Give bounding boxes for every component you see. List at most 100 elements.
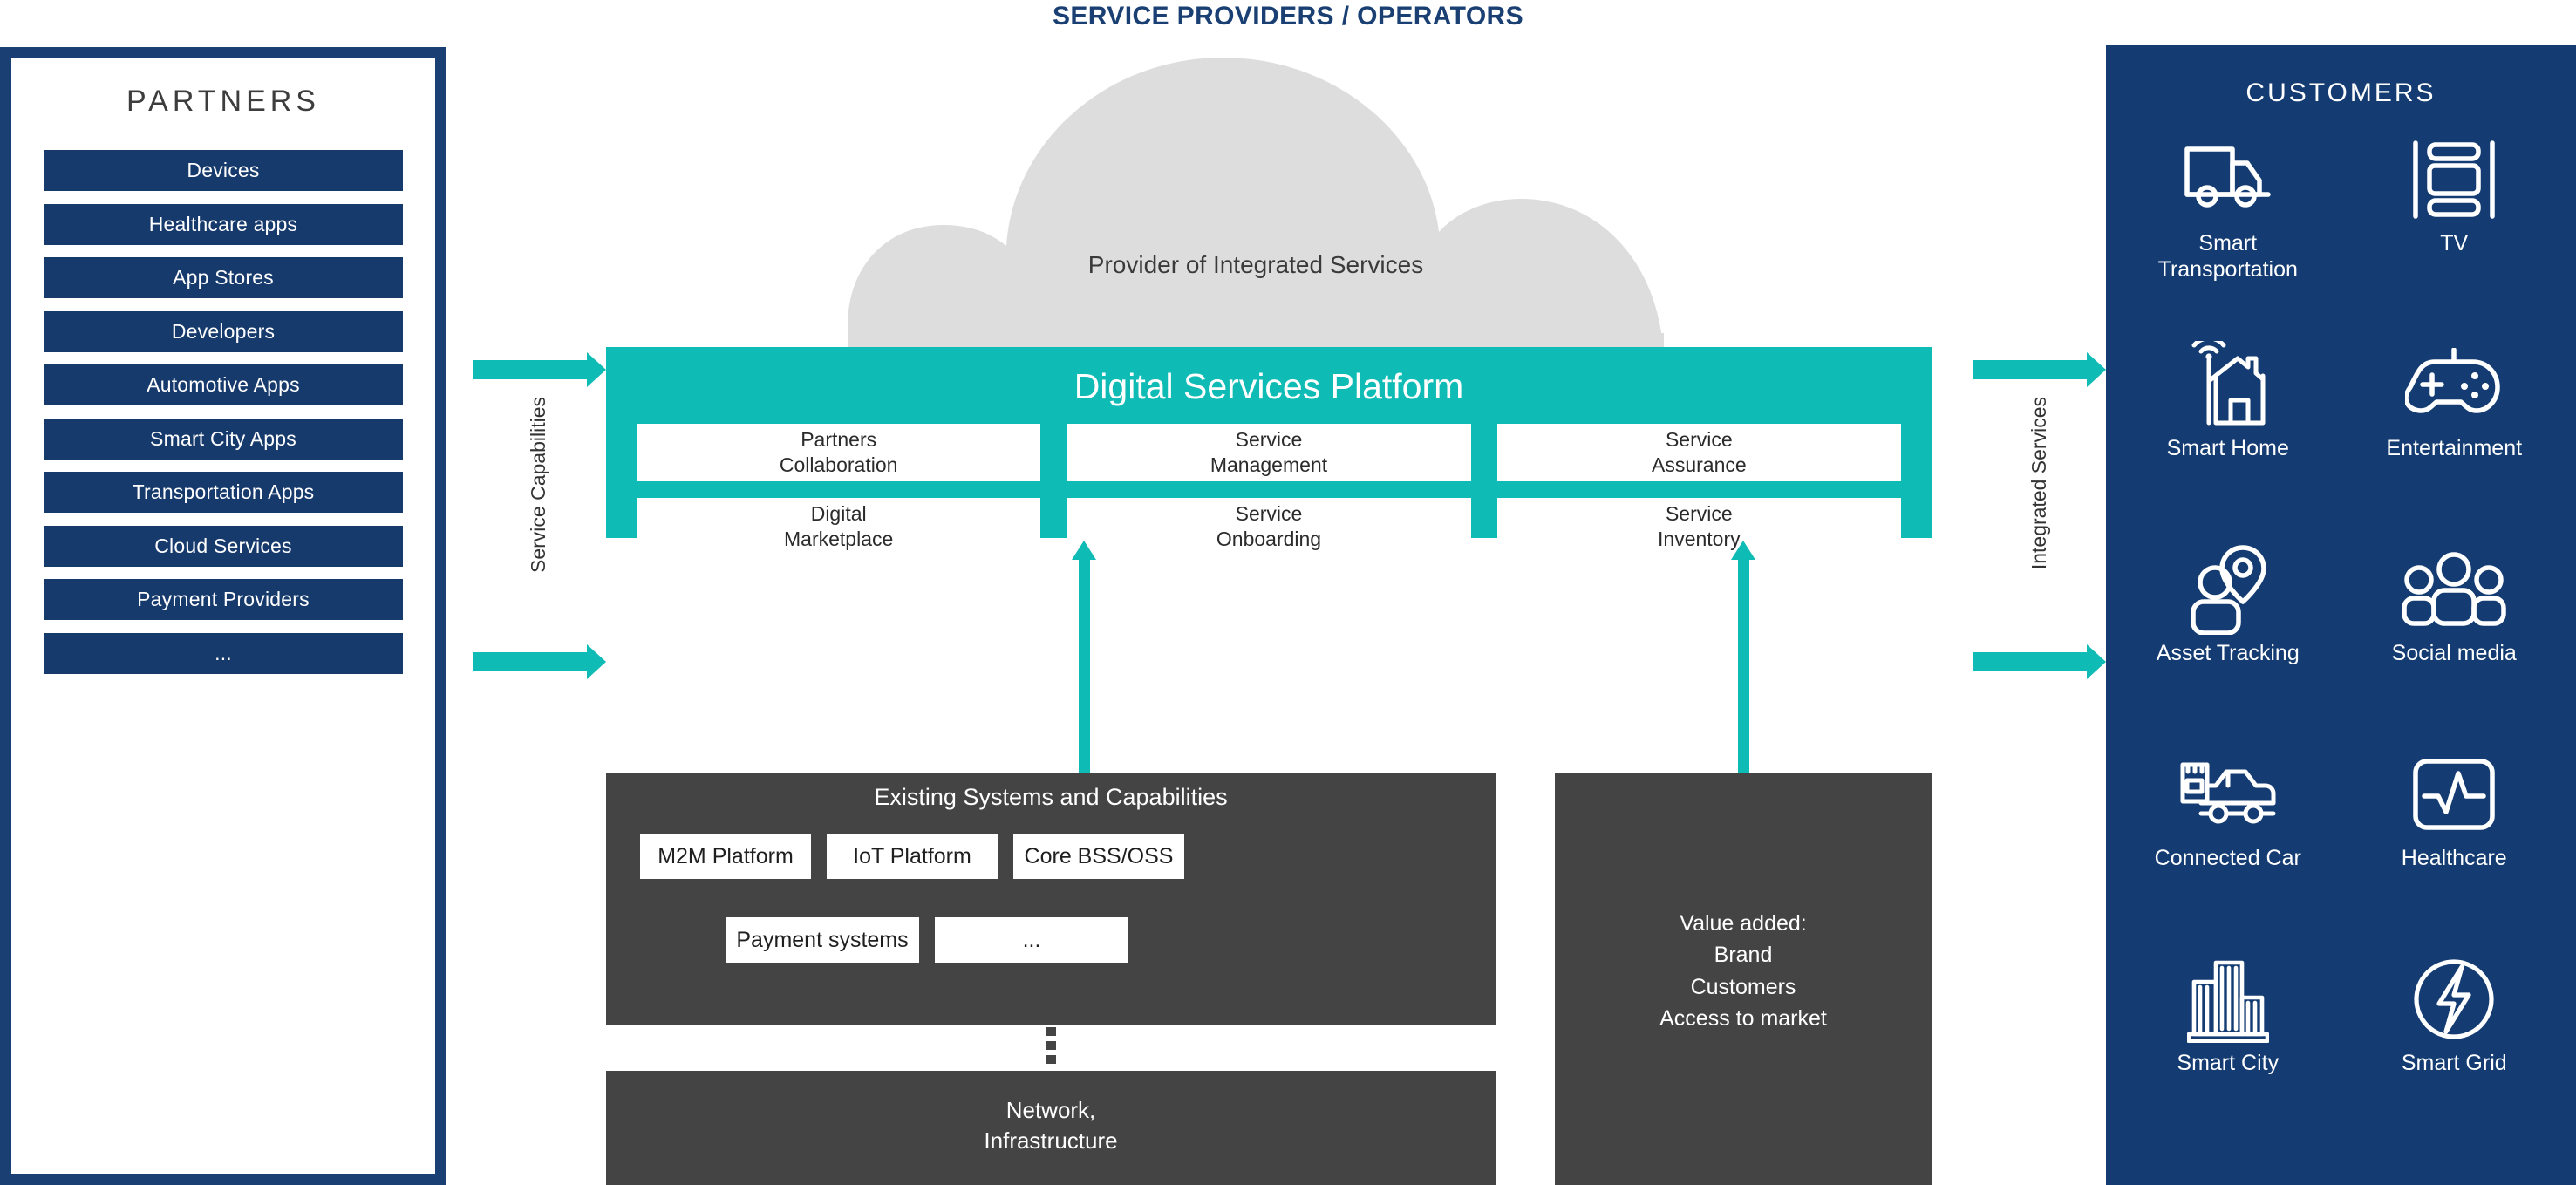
existing-system-chip[interactable]: ... <box>935 917 1128 963</box>
platform-capability-cell[interactable]: Service Inventory <box>1496 498 1901 555</box>
partner-item[interactable]: Devices <box>44 150 403 191</box>
partner-item[interactable]: Smart City Apps <box>44 418 403 460</box>
customer-segment-label: TV <box>2440 230 2468 256</box>
customer-segment-label: Entertainment <box>2386 435 2522 461</box>
customer-segment[interactable]: Smart Home <box>2115 337 2341 542</box>
customer-segment[interactable]: Smart City <box>2115 952 2341 1157</box>
partner-item[interactable]: Cloud Services <box>44 525 403 567</box>
platform-cell-line-1: Partners <box>801 427 877 451</box>
existing-system-label: Core BSS/OSS <box>1024 843 1174 868</box>
partner-item[interactable]: Transportation Apps <box>44 472 403 513</box>
gamepad-icon <box>2405 337 2503 432</box>
customer-label-line-1: Social media <box>2391 641 2517 665</box>
customer-label-line-1: TV <box>2440 231 2469 255</box>
network-infrastructure-text: Network, Infrastructure <box>606 1095 1496 1156</box>
partner-item[interactable]: ... <box>44 632 403 674</box>
partner-item-label: Healthcare apps <box>148 212 298 235</box>
existing-system-chip[interactable]: M2M Platform <box>640 834 811 879</box>
customer-segment[interactable]: Healthcare <box>2341 747 2568 952</box>
map-pin-person-icon <box>2185 542 2271 637</box>
platform-capability-cell[interactable]: Service Onboarding <box>1067 498 1471 555</box>
platform-capability-cell[interactable]: Partners Collaboration <box>637 424 1041 481</box>
value-line-2: Brand <box>1714 943 1773 968</box>
partner-item[interactable]: Automotive Apps <box>44 364 403 405</box>
existing-system-chip[interactable]: Core BSS/OSS <box>1013 834 1184 879</box>
customer-label-line-1: Smart <box>2198 231 2258 255</box>
partner-item-label: Smart City Apps <box>150 426 296 450</box>
partner-item-label: Payment Providers <box>137 588 310 610</box>
partner-item-label: App Stores <box>173 266 274 289</box>
customer-segment[interactable]: Smart Transportation <box>2115 133 2341 337</box>
existing-system-label: Payment systems <box>736 927 909 952</box>
platform-capability-grid: Partners Collaboration Service Management Se… <box>637 424 1901 555</box>
heartbeat-icon <box>2412 747 2496 841</box>
existing-systems-title: Existing Systems and Capabilities <box>874 784 1228 810</box>
existing-systems-box: Existing Systems and Capabilities M2M Pl… <box>606 773 1496 1025</box>
provider-cloud: Provider of Integrated Services <box>689 45 1823 366</box>
partner-item-label: Automotive Apps <box>147 373 300 396</box>
platform-capability-cell[interactable]: Digital Marketplace <box>637 498 1041 555</box>
platform-cell-line-1: Service <box>1665 501 1733 525</box>
network-infrastructure-box: Network, Infrastructure <box>606 1071 1496 1185</box>
service-capabilities-arrow-top <box>473 352 606 387</box>
platform-capability-cell[interactable]: Service Management <box>1067 424 1471 481</box>
integrated-services-arrow-top <box>1973 352 2106 387</box>
customer-segment-label: Smart Transportation <box>2158 230 2298 283</box>
value-added-box: Value added: Brand Customers Access to m… <box>1555 773 1932 1185</box>
value-line-3: Customers <box>1690 974 1796 999</box>
platform-title: Digital Services Platform <box>1073 366 1464 406</box>
customers-grid: Smart Transportation TV Smart Home Entert… <box>2115 133 2567 1157</box>
digital-services-platform: Digital Services Platform Partners Collab… <box>606 347 1932 555</box>
customer-segment[interactable]: Social media <box>2341 542 2568 747</box>
partner-item-label: Devices <box>187 159 260 181</box>
cloud-label: Provider of Integrated Services <box>1087 251 1424 278</box>
platform-capability-cell[interactable]: Service Assurance <box>1496 424 1901 481</box>
customer-segment-label: Smart Home <box>2167 435 2289 461</box>
customer-label-line-1: Connected Car <box>2154 846 2301 870</box>
existing-systems-row-1: M2M Platform IoT Platform Core BSS/OSS <box>640 834 1184 879</box>
customer-label-line-1: Healthcare <box>2401 846 2507 870</box>
customer-label-line-1: Asset Tracking <box>2156 641 2300 665</box>
customer-segment[interactable]: Smart Grid <box>2341 952 2568 1157</box>
customer-segment[interactable]: Entertainment <box>2341 337 2568 542</box>
platform-cell-line-1: Service <box>1235 427 1303 451</box>
value-added-uplink-arrow <box>1731 541 1755 773</box>
truck-icon <box>2183 133 2273 227</box>
existing-system-chip[interactable]: IoT Platform <box>827 834 998 879</box>
customer-segment-label: Smart Grid <box>2402 1050 2507 1076</box>
partner-item[interactable]: Payment Providers <box>44 579 403 620</box>
value-line-4: Access to market <box>1659 1005 1827 1031</box>
platform-cell-line-1: Service <box>1235 501 1303 525</box>
customer-segment[interactable]: Connected Car <box>2115 747 2341 952</box>
platform-cell-line-1: Service <box>1665 427 1733 451</box>
platform-cell-line-2: Marketplace <box>784 528 894 550</box>
platform-cell-line-2: Assurance <box>1651 453 1747 476</box>
service-providers-header: SERVICE PROVIDERS / OPERATORS <box>1052 2 1524 31</box>
partner-item[interactable]: App Stores <box>44 257 403 298</box>
customer-segment-label: Connected Car <box>2155 845 2301 871</box>
dotted-connector <box>1046 1027 1056 1071</box>
partner-item-label: Transportation Apps <box>132 480 315 503</box>
buildings-icon <box>2186 952 2269 1046</box>
existing-system-chip[interactable]: Payment systems <box>726 917 919 963</box>
partner-item[interactable]: Healthcare apps <box>44 203 403 245</box>
customer-segment-label: Asset Tracking <box>2157 640 2300 666</box>
existing-systems-row-2: Payment systems... <box>726 917 1128 963</box>
partner-item[interactable]: Developers <box>44 310 403 352</box>
cloud-shape <box>848 45 1664 366</box>
network-line-2: Infrastructure <box>984 1127 1118 1154</box>
partners-panel: PARTNERS Devices Healthcare apps App Store… <box>0 47 446 1185</box>
customers-panel: CUSTOMERS Smart Transportation TV Smart H… <box>2106 45 2576 1185</box>
customer-segment-label: Smart City <box>2177 1050 2279 1076</box>
existing-system-label: M2M Platform <box>658 843 794 868</box>
customer-label-line-2: Transportation <box>2157 257 2298 282</box>
customer-segment-label: Social media <box>2392 640 2517 666</box>
customer-segment[interactable]: Asset Tracking <box>2115 542 2341 747</box>
partners-list: Devices Healthcare apps App Stores Develope… <box>44 150 403 686</box>
connected-car-icon <box>2178 747 2278 841</box>
customer-label-line-1: Smart Grid <box>2401 1051 2507 1075</box>
partners-title: PARTNERS <box>126 85 320 118</box>
partner-item-label: Cloud Services <box>154 534 292 557</box>
customer-segment[interactable]: TV <box>2341 133 2568 337</box>
customer-label-line-1: Smart City <box>2177 1051 2280 1075</box>
